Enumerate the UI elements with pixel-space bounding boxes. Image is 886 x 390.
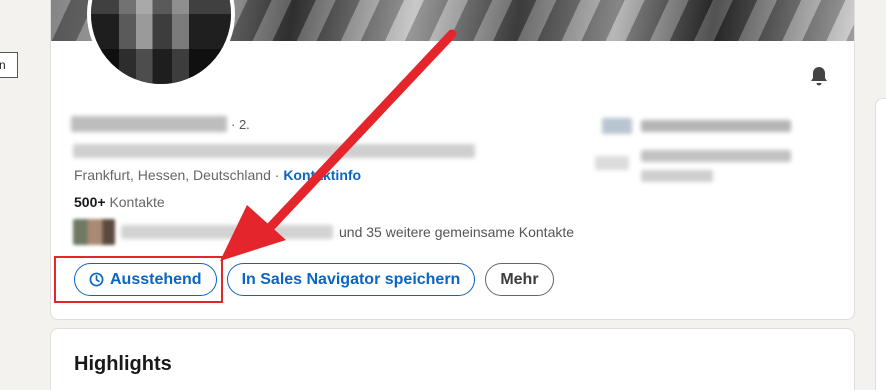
location-text: Frankfurt, Hessen, Deutschland · [74,167,280,183]
profile-location: Frankfurt, Hessen, Deutschland · Kontakt… [74,166,361,184]
mutual-connections-text: und 35 weitere gemeinsame Kontakte [339,224,575,240]
redacted-name [71,116,227,132]
school-logo [595,156,629,170]
mutual-avatars [73,219,115,245]
profile-headline [73,142,475,160]
redacted-headline [73,143,475,158]
bell-icon[interactable] [807,64,831,88]
highlights-card: Highlights [50,328,855,390]
connections-number: 500+ [74,194,106,210]
contact-info-link[interactable]: Kontaktinfo [283,167,361,183]
connections-label: Kontakte [109,194,165,210]
more-label: Mehr [500,270,539,288]
tooltip-fragment: n [0,52,18,78]
connection-degree: · 2. [231,116,250,132]
redacted-company [641,120,791,132]
redacted-mutual-names [121,225,333,239]
save-sales-navigator-button[interactable]: In Sales Navigator speichern [226,263,476,296]
more-button[interactable]: Mehr [485,263,554,296]
redacted-school-line2 [641,170,713,182]
company-logo [602,118,632,134]
profile-avatar[interactable] [87,0,235,88]
sales-navigator-label: In Sales Navigator speichern [241,270,461,288]
highlights-title: Highlights [74,353,172,375]
mutual-connections[interactable]: und 35 weitere gemeinsame Kontakte [73,219,574,245]
sidebar-card-edge [875,98,886,390]
redacted-school [641,150,791,162]
annotation-highlight-box [54,256,223,303]
profile-name: · 2. [71,114,250,134]
connections-count[interactable]: 500+ Kontakte [74,193,165,211]
